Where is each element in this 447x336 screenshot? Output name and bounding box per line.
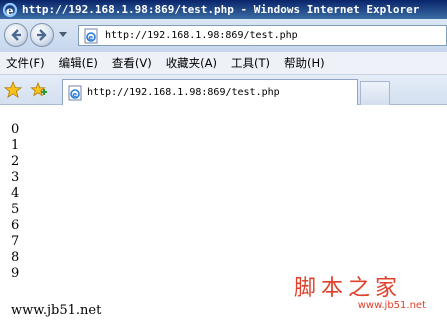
menu-favorites[interactable]: 收藏夹(A) bbox=[159, 55, 224, 71]
output-line: 4 bbox=[11, 186, 20, 201]
new-tab-button[interactable] bbox=[360, 81, 390, 105]
output-line: 9 bbox=[11, 266, 20, 281]
ie-logo-icon: e bbox=[2, 2, 18, 18]
menu-file[interactable]: 文件(F) bbox=[0, 55, 52, 71]
output-line: 0 bbox=[11, 122, 20, 137]
site-text: www.jb51.net bbox=[11, 303, 102, 318]
ie-page-icon: e bbox=[84, 28, 98, 43]
output-list: 0 1 2 3 4 5 6 7 8 9 bbox=[11, 122, 19, 282]
svg-text:e: e bbox=[6, 4, 14, 18]
output-line: 7 bbox=[11, 234, 20, 249]
menu-edit[interactable]: 编辑(E) bbox=[52, 55, 105, 71]
svg-text:e: e bbox=[72, 91, 77, 99]
tab-label: http://192.168.1.98:869/test.php bbox=[87, 87, 280, 98]
back-arrow-icon bbox=[11, 29, 21, 41]
window-title: http://192.168.1.98:869/test.php - Windo… bbox=[22, 3, 420, 16]
title-bar: e http://192.168.1.98:869/test.php - Win… bbox=[0, 0, 447, 19]
output-line: 6 bbox=[11, 218, 20, 233]
watermark-url: www.jb51.net bbox=[357, 300, 426, 311]
favorites-star-icon[interactable] bbox=[4, 81, 22, 99]
output-line: 8 bbox=[11, 250, 20, 265]
url-input[interactable] bbox=[105, 30, 435, 41]
tab-current-page[interactable]: e http://192.168.1.98:869/test.php bbox=[62, 79, 358, 105]
menu-tools[interactable]: 工具(T) bbox=[224, 55, 277, 71]
forward-button[interactable] bbox=[30, 23, 54, 47]
back-button[interactable] bbox=[4, 23, 28, 47]
address-bar[interactable]: e bbox=[78, 25, 447, 46]
forward-arrow-icon bbox=[37, 29, 47, 41]
recent-pages-dropdown-icon[interactable] bbox=[59, 32, 67, 38]
menu-help[interactable]: 帮助(H) bbox=[277, 55, 332, 71]
ie-page-icon: e bbox=[68, 85, 82, 100]
page-content: 0 1 2 3 4 5 6 7 8 9 www.jb51.net 脚本之家 ww… bbox=[0, 105, 447, 336]
watermark-name: 脚本之家 bbox=[294, 276, 403, 301]
navigation-bar: e bbox=[0, 19, 447, 52]
menu-bar: 文件(F) 编辑(E) 查看(V) 收藏夹(A) 工具(T) 帮助(H) bbox=[0, 52, 447, 75]
output-line: 2 bbox=[11, 154, 20, 169]
output-line: 1 bbox=[11, 138, 20, 153]
output-line: 3 bbox=[11, 170, 20, 185]
tab-bar: e http://192.168.1.98:869/test.php bbox=[0, 75, 447, 105]
output-line: 5 bbox=[11, 202, 20, 217]
add-favorites-icon[interactable] bbox=[30, 81, 48, 99]
watermark: 脚本之家 www.jb51.net bbox=[294, 270, 434, 320]
menu-view[interactable]: 查看(V) bbox=[105, 55, 159, 71]
svg-text:e: e bbox=[88, 34, 93, 42]
